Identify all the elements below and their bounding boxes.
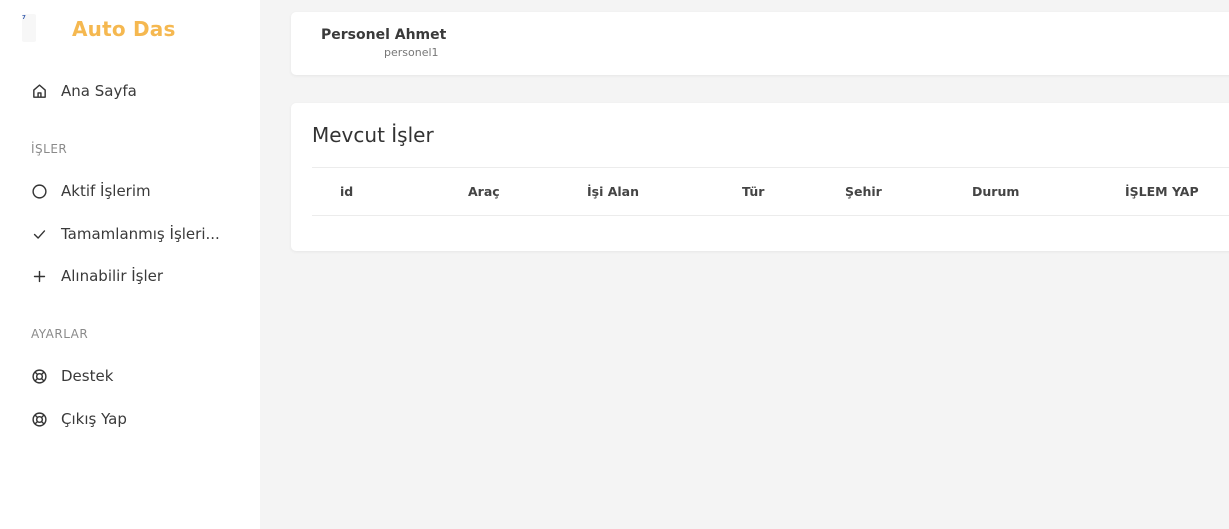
sidebar-item-logout[interactable]: Çıkış Yap (30, 408, 127, 430)
logo-mark-icon: ⁷ (22, 15, 26, 25)
user-username: personel1 (384, 46, 439, 59)
column-header-id[interactable]: id (312, 167, 468, 216)
column-header-status[interactable]: Durum (972, 167, 1125, 216)
column-header-action[interactable]: İŞLEM YAP (1125, 167, 1229, 216)
check-icon (30, 225, 48, 243)
sidebar-item-label: Tamamlanmış İşleri... (61, 225, 220, 243)
sidebar-item-active-jobs[interactable]: Aktif İşlerim (30, 180, 151, 202)
section-label-settings: AYARLAR (31, 327, 89, 341)
logo[interactable]: ⁷ (22, 14, 36, 42)
brand-title[interactable]: Auto Das (72, 17, 176, 41)
column-header-city[interactable]: Şehir (845, 167, 972, 216)
plus-icon (30, 267, 48, 285)
column-header-assignee[interactable]: İşi Alan (587, 167, 742, 216)
sidebar-item-support[interactable]: Destek (30, 365, 113, 387)
jobs-table: id Araç İşi Alan Tür Şehir Durum İŞLEM Y… (312, 167, 1229, 216)
sidebar-item-label: Aktif İşlerim (61, 182, 151, 200)
lifebuoy-icon (30, 410, 48, 428)
sidebar: ⁷ Auto Das Ana Sayfa İŞLER Aktif İşlerim… (0, 0, 260, 529)
sidebar-item-label: Alınabilir İşler (61, 267, 164, 285)
home-icon (30, 82, 48, 100)
sidebar-item-label: Destek (61, 367, 114, 385)
sidebar-item-label: Ana Sayfa (61, 82, 137, 100)
column-header-type[interactable]: Tür (742, 167, 845, 216)
jobs-card: Mevcut İşler id Araç İşi Alan Tür Şehir … (291, 103, 1229, 251)
sidebar-item-completed-jobs[interactable]: Tamamlanmış İşleri... (30, 223, 220, 245)
jobs-title: Mevcut İşler (312, 123, 434, 147)
sidebar-item-available-jobs[interactable]: Alınabilir İşler (30, 265, 163, 287)
user-name: Personel Ahmet (321, 27, 447, 43)
lifebuoy-icon (30, 367, 48, 385)
sidebar-item-label: Çıkış Yap (61, 410, 127, 428)
section-label-jobs: İŞLER (31, 142, 68, 156)
user-card: Personel Ahmet personel1 (291, 12, 1229, 75)
table-header-row: id Araç İşi Alan Tür Şehir Durum İŞLEM Y… (312, 167, 1229, 216)
column-header-vehicle[interactable]: Araç (468, 167, 587, 216)
circle-icon (30, 182, 48, 200)
sidebar-item-home[interactable]: Ana Sayfa (30, 80, 137, 102)
